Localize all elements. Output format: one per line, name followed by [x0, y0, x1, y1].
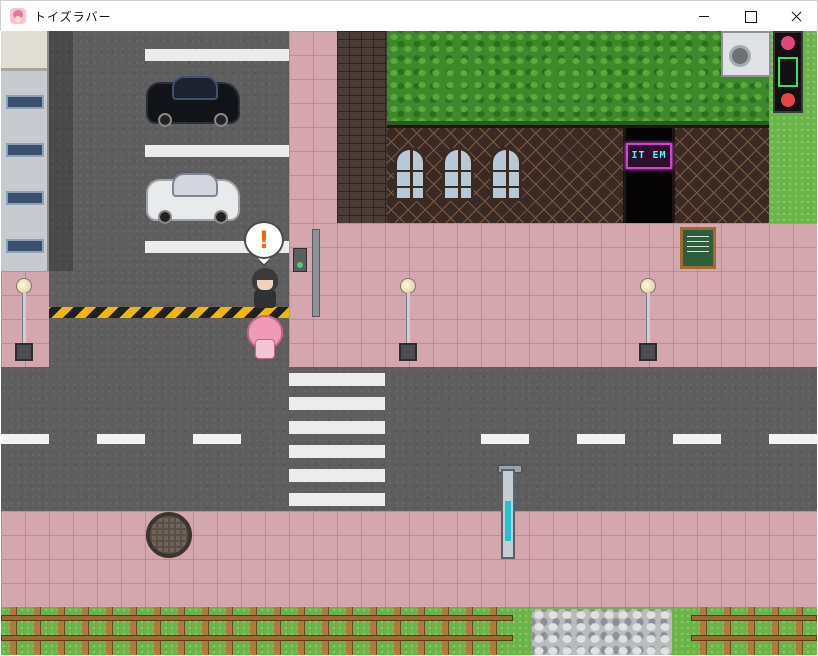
lamp-pole — [406, 293, 410, 343]
maximize-button[interactable] — [727, 1, 773, 31]
lamp-pole — [22, 293, 26, 343]
lane-marking — [1, 434, 49, 444]
crosswalk-stripe — [289, 421, 385, 434]
manhole-cover — [146, 512, 192, 558]
sidewalk-upper — [289, 223, 817, 367]
lamp-pole — [646, 293, 650, 343]
lane-marking — [673, 434, 721, 444]
lane-marking — [769, 434, 817, 444]
parking-line — [145, 49, 289, 61]
lane-marking — [193, 434, 241, 444]
street-lamp-icon — [16, 278, 32, 294]
street-lamp-icon — [400, 278, 416, 294]
lane-marking — [481, 434, 529, 444]
shop-window — [442, 147, 474, 201]
game-viewport[interactable]: IT EM ! — [1, 31, 817, 655]
fence-rail — [691, 615, 817, 621]
lamp-base — [639, 343, 657, 361]
fan-icon — [729, 45, 751, 67]
sidewalk-vertical — [289, 31, 337, 223]
black-car — [146, 76, 240, 127]
player-body — [255, 339, 275, 359]
title-bar: トイズラバー — [0, 0, 818, 31]
office-building — [1, 31, 49, 271]
menu-signboard[interactable] — [680, 227, 716, 269]
lamp-base — [399, 343, 417, 361]
brick-wall — [337, 31, 389, 223]
lamp-base — [15, 343, 33, 361]
traffic-light-pole — [312, 229, 320, 317]
app-icon — [10, 8, 26, 24]
hazard-barrier — [49, 307, 289, 318]
shop-window — [490, 147, 522, 201]
shop-window — [394, 147, 426, 201]
item-shop-sign: IT EM — [626, 143, 672, 169]
npc-body — [254, 290, 276, 308]
window-title: トイズラバー — [34, 10, 112, 24]
neon-sign — [773, 31, 803, 113]
lane-marking — [97, 434, 145, 444]
exclamation-bubble-icon: ! — [244, 221, 284, 259]
street-lamp-icon — [640, 278, 656, 294]
bus-stop-pole[interactable] — [501, 469, 515, 559]
fence-rail — [691, 635, 817, 641]
parking-line — [145, 145, 289, 157]
fence-rail — [1, 635, 513, 641]
crosswalk-stripe — [289, 445, 385, 458]
crosswalk-stripe — [289, 469, 385, 482]
lane-marking — [577, 434, 625, 444]
white-car — [146, 173, 240, 224]
fence-rail — [1, 615, 513, 621]
cobblestone-path — [532, 609, 672, 655]
close-button[interactable] — [773, 1, 818, 31]
rooftop-hedge — [387, 31, 769, 125]
crosswalk-stripe — [289, 373, 385, 386]
crosswalk-stripe — [289, 397, 385, 410]
traffic-light-icon — [293, 248, 307, 272]
minimize-button[interactable] — [681, 1, 727, 31]
crosswalk-stripe — [289, 493, 385, 506]
sidewalk-lower — [1, 511, 817, 607]
npc-face — [257, 280, 273, 290]
building-shadow — [49, 31, 73, 271]
